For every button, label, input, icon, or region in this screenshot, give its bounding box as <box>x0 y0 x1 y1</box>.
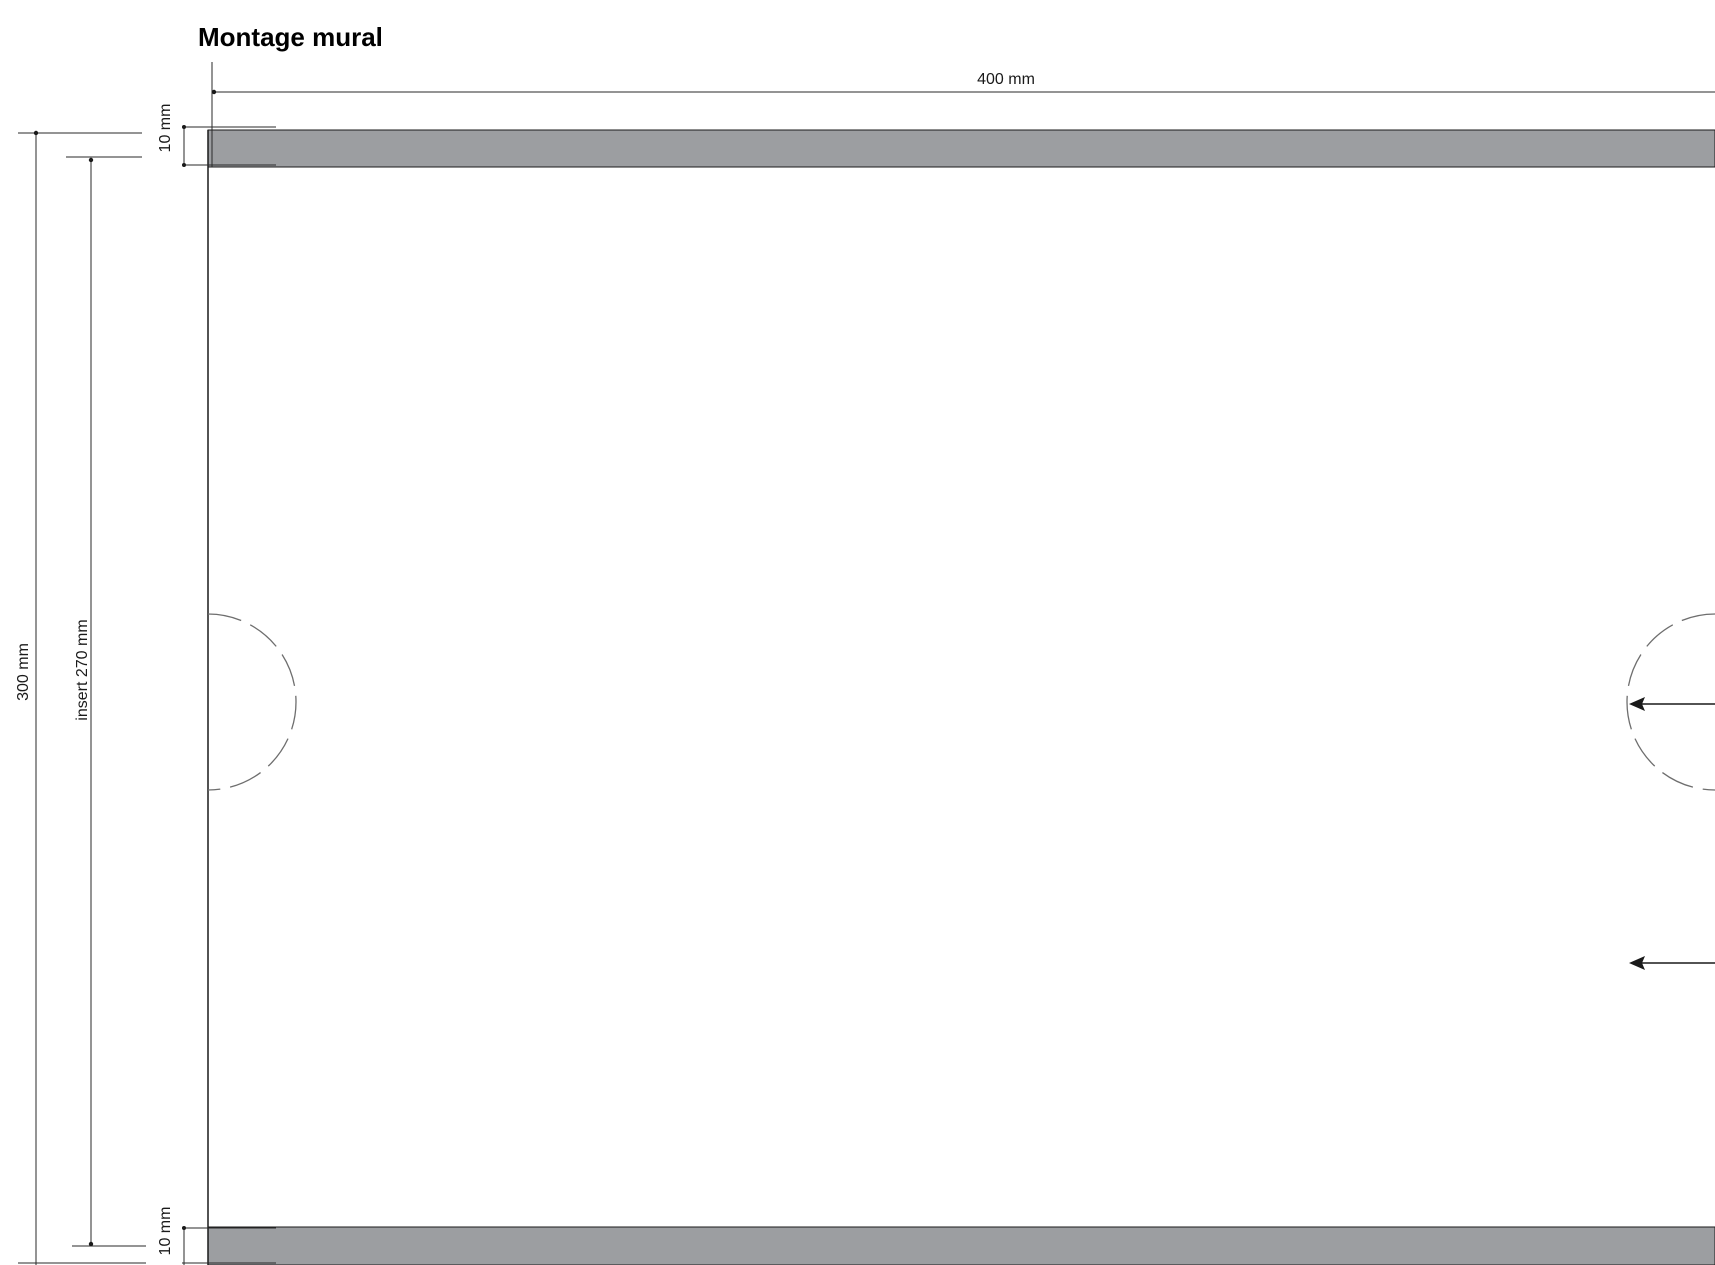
insert-tick-top <box>88 157 94 163</box>
insert-tick-bottom <box>88 1241 94 1247</box>
bottom-rail <box>207 1226 1715 1265</box>
insert-height-dimension: insert 270 mm <box>66 156 146 1247</box>
top-strip-tick-b <box>182 163 186 167</box>
top-strip-label: 10 mm <box>157 104 174 153</box>
top-rail <box>207 129 1715 168</box>
bottom-strip-tick <box>182 1226 186 1230</box>
bottom-strip-label: 10 mm <box>157 1207 174 1256</box>
total-height-label: 300 mm <box>15 643 32 701</box>
top-strip-tick-a <box>182 125 186 129</box>
left-hinge-arc <box>207 613 297 791</box>
drawing-title: Montage mural <box>198 22 383 52</box>
wall-mount-drawing: Montage mural 400 mm 10 mm 10 mm 300 mm <box>15 22 1715 1265</box>
total-height-tick <box>33 130 39 136</box>
arrow-lower <box>1629 956 1715 970</box>
arrow-upper <box>1629 697 1715 711</box>
width-dimension-tick <box>211 89 217 95</box>
width-label: 400 mm <box>977 71 1035 88</box>
width-dimension: 400 mm <box>211 62 1715 130</box>
insert-height-label: insert 270 mm <box>74 619 91 720</box>
